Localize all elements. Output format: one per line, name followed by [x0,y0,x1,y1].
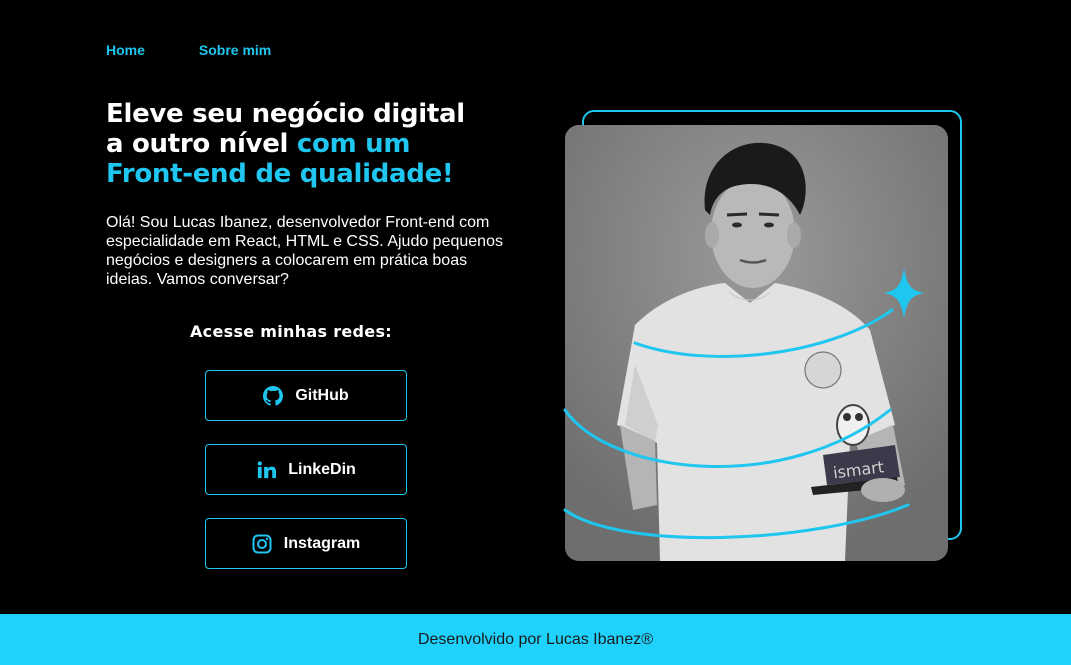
headline-line-1: Eleve seu negócio digital [106,99,465,129]
hero-section: Eleve seu negócio digital a outro nível … [106,99,526,289]
social-title: Acesse minhas redes: [190,322,392,341]
github-label: GitHub [295,386,349,404]
instagram-button[interactable]: Instagram [205,518,407,569]
linkedin-label: LinkeDin [288,460,356,478]
github-button[interactable]: GitHub [205,370,407,421]
profile-photo: ismart [565,125,948,561]
footer: Desenvolvido por Lucas Ibanez® [0,614,1071,665]
linkedin-button[interactable]: LinkeDin [205,444,407,495]
footer-text: Desenvolvido por Lucas Ibanez® [417,630,654,648]
nav-home-link[interactable]: Home [106,42,145,58]
top-nav: Home Sobre mim [106,42,271,58]
linkedin-icon [256,460,277,480]
headline-line-2: a outro nível [106,129,297,159]
headline-line-3-accent: Front-end de qualidade! [106,159,454,189]
headline-line-2-accent: com um [296,129,411,159]
hero-headline: Eleve seu negócio digital a outro nível … [106,99,526,189]
intro-paragraph: Olá! Sou Lucas Ibanez, desenvolvedor Fro… [106,214,503,288]
nav-about-link[interactable]: Sobre mim [199,42,271,58]
instagram-icon [252,534,272,554]
page: Home Sobre mim Eleve seu negócio digital… [0,0,1071,665]
github-icon [263,385,284,406]
instagram-label: Instagram [283,534,361,552]
